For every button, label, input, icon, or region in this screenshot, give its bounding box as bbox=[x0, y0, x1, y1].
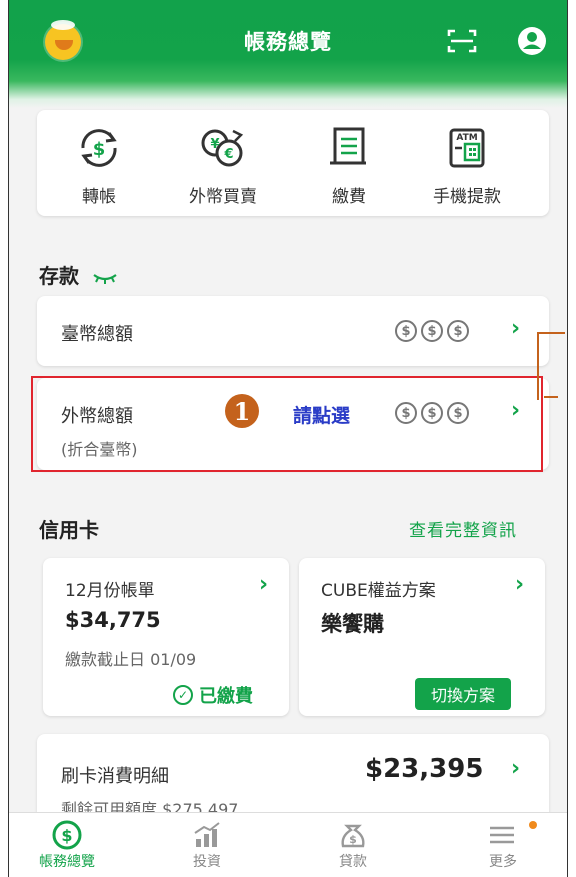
tab-label: 帳務總覽 bbox=[39, 854, 95, 870]
spending-title: 刷卡消費明細 bbox=[61, 766, 169, 787]
chevron-right-icon: › bbox=[511, 756, 521, 781]
tab-label: 更多 bbox=[489, 854, 517, 870]
paid-status: ✓ 已繳費 bbox=[173, 682, 253, 708]
tab-label: 投資 bbox=[193, 854, 221, 870]
paid-status-label: 已繳費 bbox=[199, 686, 253, 707]
svg-text:¥: ¥ bbox=[210, 137, 219, 152]
svg-text:ATM: ATM bbox=[456, 133, 477, 143]
tab-investment[interactable]: 投資 bbox=[159, 819, 255, 871]
view-full-info-link[interactable]: 查看完整資訊 bbox=[409, 516, 517, 541]
tap-here-hint: 請點選 bbox=[293, 405, 351, 427]
chevron-right-icon: › bbox=[515, 572, 525, 597]
svg-text:$: $ bbox=[349, 833, 357, 846]
check-circle-icon: ✓ bbox=[173, 685, 193, 705]
quick-action-transfer[interactable]: $ 轉帳 bbox=[49, 124, 149, 207]
step-number-badge: 1 bbox=[225, 394, 259, 428]
bill-payment-icon bbox=[299, 124, 399, 172]
callout-line bbox=[544, 396, 558, 398]
bill-amount: $34,775 bbox=[65, 608, 161, 632]
investment-icon bbox=[159, 819, 255, 851]
quick-action-label: 繳費 bbox=[332, 187, 366, 207]
quick-action-label: 外幣買賣 bbox=[189, 187, 257, 207]
plan-card[interactable]: CUBE權益方案 › 樂饗購 切換方案 bbox=[299, 558, 545, 716]
bill-title: 12月份帳單 bbox=[65, 581, 155, 601]
page-title: 帳務總覽 bbox=[244, 30, 332, 54]
account-overview-icon: $ bbox=[19, 819, 115, 851]
tab-label: 貸款 bbox=[339, 854, 367, 870]
twd-total-label: 臺幣總額 bbox=[61, 324, 133, 345]
dollar-coin-icon: $ bbox=[421, 320, 443, 342]
credit-section-title: 信用卡 bbox=[39, 518, 99, 542]
callout-line bbox=[537, 332, 565, 400]
app-screen: 帳務總覽 $ 轉帳 ¥ € 外幣買賣 繳費 ATM 手機提款 存款 臺幣總額 $… bbox=[8, 0, 568, 877]
spending-card[interactable]: 刷卡消費明細 $23,395 › 剩餘可用額度 $275,497 bbox=[37, 734, 549, 824]
quick-action-label: 手機提款 bbox=[433, 187, 501, 207]
deposit-section-title: 存款 bbox=[39, 260, 118, 290]
highlight-box bbox=[31, 376, 543, 472]
bottom-nav: $ 帳務總覽 投資 $ 貸款 更多 bbox=[9, 812, 567, 877]
twd-total-row[interactable]: 臺幣總額 $ $ $ › bbox=[37, 296, 549, 366]
spending-amount: $23,395 bbox=[365, 754, 484, 784]
tab-loan[interactable]: $ 貸款 bbox=[305, 819, 401, 871]
bill-due-date: 繳款截止日 01/09 bbox=[65, 650, 197, 669]
eye-closed-icon[interactable] bbox=[92, 266, 118, 290]
transfer-icon: $ bbox=[49, 124, 149, 172]
bill-card[interactable]: 12月份帳單 › $34,775 繳款截止日 01/09 ✓ 已繳費 bbox=[43, 558, 289, 716]
svg-text:$: $ bbox=[61, 826, 72, 845]
notification-dot bbox=[529, 821, 537, 829]
quick-action-bill[interactable]: 繳費 bbox=[299, 124, 399, 207]
tab-more[interactable]: 更多 bbox=[455, 819, 551, 871]
quick-actions-card: $ 轉帳 ¥ € 外幣買賣 繳費 ATM 手機提款 bbox=[37, 110, 549, 216]
quick-action-atm[interactable]: ATM 手機提款 bbox=[417, 124, 517, 207]
tab-account-overview[interactable]: $ 帳務總覽 bbox=[19, 819, 115, 871]
atm-withdraw-icon: ATM bbox=[417, 124, 517, 172]
masked-amount: $ $ $ bbox=[395, 320, 469, 342]
loan-icon: $ bbox=[305, 819, 401, 851]
chevron-right-icon: › bbox=[511, 316, 521, 341]
svg-text:$: $ bbox=[93, 139, 106, 160]
currency-exchange-icon: ¥ € bbox=[173, 124, 273, 172]
chevron-right-icon: › bbox=[259, 572, 269, 597]
plan-name: 樂饗購 bbox=[321, 612, 384, 636]
dollar-coin-icon: $ bbox=[447, 320, 469, 342]
plan-title: CUBE權益方案 bbox=[321, 581, 436, 601]
header: 帳務總覽 bbox=[9, 0, 567, 108]
svg-text:€: € bbox=[223, 147, 233, 162]
scan-icon[interactable] bbox=[445, 24, 479, 58]
quick-action-label: 轉帳 bbox=[82, 187, 116, 207]
user-profile-icon[interactable] bbox=[515, 24, 549, 58]
deposit-title-text: 存款 bbox=[39, 264, 79, 288]
dollar-coin-icon: $ bbox=[395, 320, 417, 342]
switch-plan-button[interactable]: 切換方案 bbox=[415, 678, 512, 710]
quick-action-fx[interactable]: ¥ € 外幣買賣 bbox=[173, 124, 273, 207]
